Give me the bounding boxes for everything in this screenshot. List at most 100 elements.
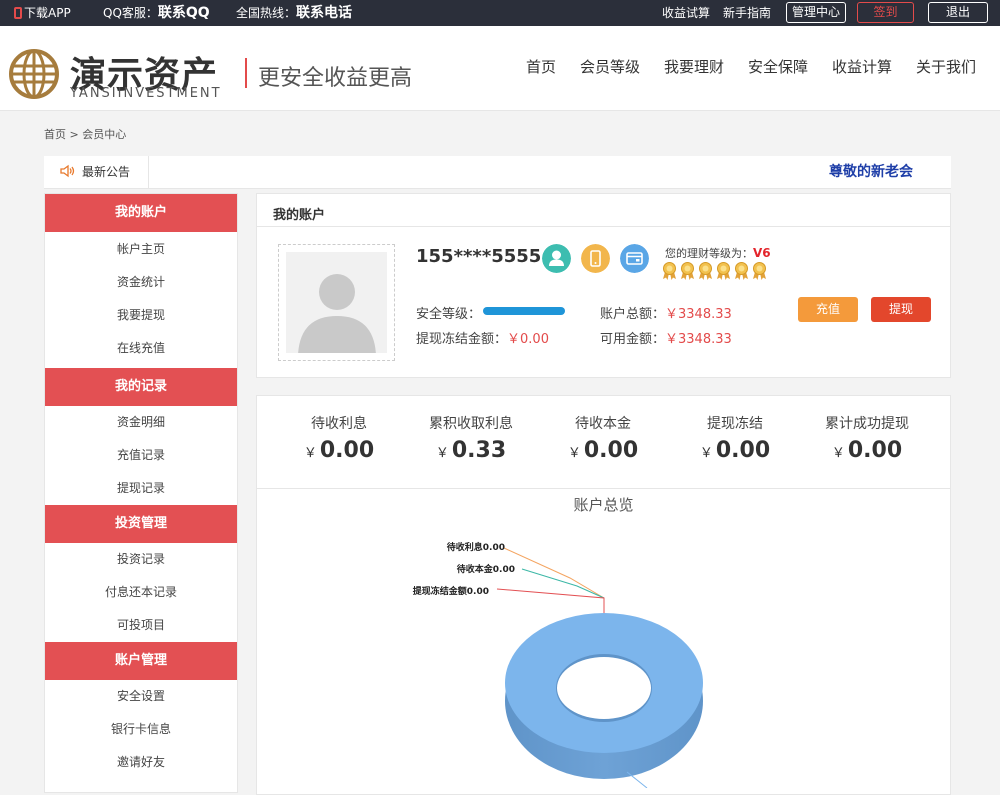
beginner-guide-link[interactable]: 新手指南	[723, 0, 771, 26]
sidebar-item-account-home[interactable]: 帐户主页	[45, 233, 237, 266]
user-phone: 155****5555	[416, 246, 542, 267]
sidebar-item-withdraw[interactable]: 我要提现	[45, 299, 237, 332]
stat-value-total-withdrawn: ￥ 0.00	[802, 438, 932, 463]
medal-icon	[663, 262, 676, 280]
frozen-amount: 提现冻结金额：￥0.00	[416, 328, 549, 347]
identity-verified-icon[interactable]	[542, 244, 571, 273]
recharge-button[interactable]: 充值	[798, 297, 858, 322]
download-app-link[interactable]: 下载APP	[14, 0, 71, 26]
mobile-phone-icon	[14, 7, 22, 19]
sidebar-group-account-management[interactable]: 账户管理	[45, 642, 237, 680]
default-avatar-icon	[298, 274, 376, 353]
manage-center-button[interactable]: 管理中心	[786, 2, 846, 23]
leader-line-withdraw-frozen	[496, 588, 605, 613]
stat-value-pending-principal: ￥ 0.00	[538, 438, 668, 463]
stat-label-received-interest: 累积收取利息	[429, 416, 513, 432]
safety-level-label: 安全等级：	[416, 307, 482, 322]
notice-label-group: 最新公告	[60, 156, 130, 188]
sidebar-group-my-account[interactable]: 我的账户	[45, 194, 237, 232]
sidebar-item-withdraw-records[interactable]: 提现记录	[45, 472, 237, 505]
hotline-value: 联系电话	[296, 5, 353, 21]
sidebar-group-investment[interactable]: 投资管理	[45, 505, 237, 543]
chart-label-pending-principal: 待收本金0.00	[457, 563, 515, 575]
sidebar-item-fund-stats[interactable]: 资金统计	[45, 266, 237, 299]
notice-marquee[interactable]: 尊敬的新老会	[829, 156, 957, 188]
nav-invest[interactable]: 我要理财	[664, 56, 724, 77]
globe-logo-icon[interactable]	[8, 48, 60, 100]
nav-about[interactable]: 关于我们	[916, 56, 976, 77]
donut-hole	[557, 657, 651, 719]
stat-value-pending-interest: ￥ 0.00	[274, 438, 404, 463]
slogan: 更安全收益更高	[258, 66, 413, 91]
account-panel-title: 我的账户	[273, 208, 326, 223]
sidebar-item-online-recharge[interactable]: 在线充值	[45, 332, 237, 365]
currency-symbol: ￥	[831, 446, 845, 461]
medal-icon	[681, 262, 694, 280]
leader-line-pending-interest	[503, 547, 605, 613]
logo-subtext: YANSIINVESTMENT	[70, 86, 222, 101]
currency-symbol: ￥	[303, 446, 317, 461]
nav-income-calc[interactable]: 收益计算	[832, 56, 892, 77]
nav-member-level[interactable]: 会员等级	[580, 56, 640, 77]
avatar[interactable]	[278, 244, 395, 361]
stat-amount: 0.00	[847, 438, 903, 463]
safety-level-bar	[483, 307, 565, 315]
wealth-level: 您的理财等级为：V6	[665, 245, 771, 261]
download-app-label: 下载APP	[24, 6, 71, 20]
chart-label-pending-interest: 待收利息0.00	[447, 541, 505, 553]
sidebar-item-fund-details[interactable]: 资金明细	[45, 406, 237, 439]
total-amount: 账户总额：￥3348.33	[600, 303, 732, 322]
medal-icon	[735, 262, 748, 280]
stat-label-total-withdrawn: 累计成功提现	[825, 416, 909, 432]
sidebar-item-repayment-records[interactable]: 付息还本记录	[45, 576, 237, 609]
panel-divider	[257, 226, 950, 227]
stat-label-pending-interest: 待收利息	[311, 416, 367, 432]
total-amount-label: 账户总额：	[600, 307, 666, 322]
frozen-amount-label: 提现冻结金额：	[416, 332, 508, 347]
sidebar-item-invite-friends[interactable]: 邀请好友	[45, 746, 237, 779]
qq-label: QQ客服：	[103, 6, 158, 20]
chart-label-withdraw-frozen: 提现冻结金额0.00	[413, 585, 489, 597]
overview-panel: 待收利息 ￥ 0.00 累积收取利息 ￥ 0.33 待收本金 ￥ 0.00 提现冻结 …	[256, 395, 951, 795]
account-panel: 我的账户 155****5555 您的理财等级为：V6 安全等级： 提现冻结金额…	[256, 193, 951, 378]
sign-in-button[interactable]: 签到	[857, 2, 914, 23]
medal-icon	[717, 262, 730, 280]
top-bar: 下载APP QQ客服：联系QQ 全国热线：联系电话 收益试算 新手指南 管理中心…	[0, 0, 1000, 26]
qq-value[interactable]: 联系QQ	[158, 5, 210, 21]
total-amount-value: ￥3348.33	[665, 307, 732, 322]
sidebar: 我的账户 帐户主页 资金统计 我要提现 在线充值 我的记录 资金明细 充值记录 …	[44, 193, 238, 793]
income-calc-link[interactable]: 收益试算	[662, 0, 710, 26]
available-amount-label: 可用金额：	[600, 332, 666, 347]
stat-label-withdraw-frozen: 提现冻结	[707, 416, 763, 432]
medal-icon	[699, 262, 712, 280]
chart-title: 账户总览	[573, 496, 634, 514]
stat-amount: 0.00	[715, 438, 771, 463]
wealth-level-label: 您的理财等级为：	[665, 247, 753, 260]
breadcrumb: 首页 > 会员中心	[44, 128, 127, 141]
stat-value-received-interest: ￥ 0.33	[406, 438, 536, 463]
logout-button[interactable]: 退出	[928, 2, 988, 23]
hotline-label: 全国热线：	[236, 6, 297, 20]
sidebar-item-recharge-records[interactable]: 充值记录	[45, 439, 237, 472]
currency-symbol: ￥	[567, 446, 581, 461]
sidebar-item-bank-card[interactable]: 银行卡信息	[45, 713, 237, 746]
notice-label: 最新公告	[82, 165, 131, 179]
sidebar-item-available-projects[interactable]: 可投项目	[45, 609, 237, 642]
stat-value-withdraw-frozen: ￥ 0.00	[670, 438, 800, 463]
wealth-level-value: V6	[753, 246, 771, 260]
nav-security[interactable]: 安全保障	[748, 56, 808, 77]
hotline: 全国热线：联系电话	[236, 0, 352, 26]
available-amount-value: ￥3348.33	[665, 332, 732, 347]
stat-amount: 0.33	[451, 438, 507, 463]
bank-card-icon[interactable]	[620, 244, 649, 273]
phone-verified-icon[interactable]	[581, 244, 610, 273]
withdraw-button[interactable]: 提现	[871, 297, 931, 322]
sidebar-item-security-settings[interactable]: 安全设置	[45, 680, 237, 713]
available-amount: 可用金额：￥3348.33	[600, 328, 732, 347]
sidebar-group-my-records[interactable]: 我的记录	[45, 368, 237, 406]
nav-home[interactable]: 首页	[526, 56, 556, 77]
sidebar-item-invest-records[interactable]: 投资记录	[45, 543, 237, 576]
qq-service: QQ客服：联系QQ	[103, 0, 210, 26]
notice-divider	[148, 156, 149, 188]
stats-divider	[257, 488, 950, 489]
